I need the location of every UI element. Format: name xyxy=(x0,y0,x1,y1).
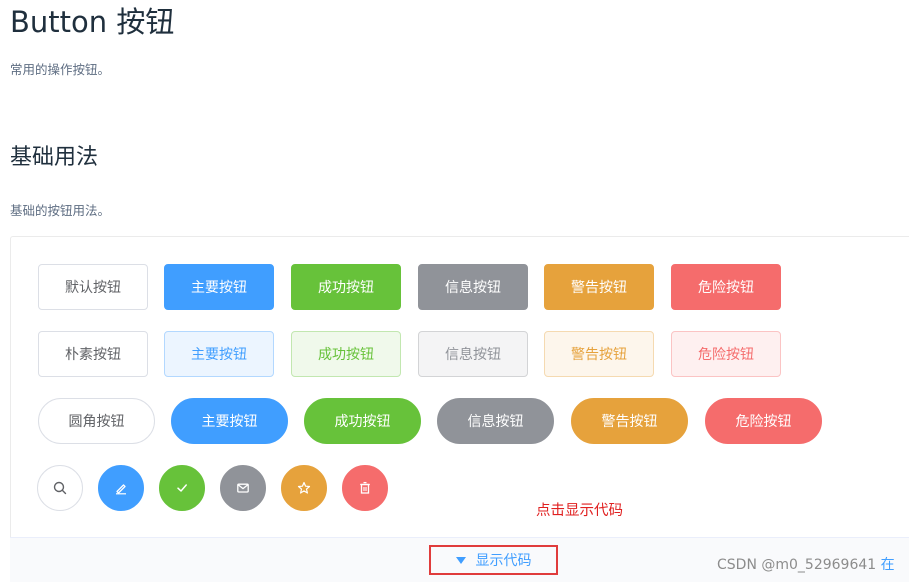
round-warning-button[interactable]: 警告按钮 xyxy=(571,398,688,444)
round-success-button[interactable]: 成功按钮 xyxy=(304,398,421,444)
section-heading: 基础用法 xyxy=(10,145,99,170)
warning-button[interactable]: 警告按钮 xyxy=(544,264,654,310)
watermark-trailing: 在 xyxy=(880,557,895,573)
show-code-label: 显示代码 xyxy=(475,553,532,569)
circle-search-button[interactable] xyxy=(37,465,83,511)
watermark: CSDN @m0_52969641 在 xyxy=(717,554,895,574)
search-icon xyxy=(53,481,67,495)
plain-default-button[interactable]: 朴素按钮 xyxy=(38,331,148,377)
success-button[interactable]: 成功按钮 xyxy=(291,264,401,310)
plain-primary-button[interactable]: 主要按钮 xyxy=(164,331,274,377)
annotation-label: 点击显示代码 xyxy=(536,503,623,519)
circle-message-button[interactable] xyxy=(220,465,266,511)
plain-danger-button[interactable]: 危险按钮 xyxy=(671,331,781,377)
circle-edit-button[interactable] xyxy=(98,465,144,511)
round-danger-button[interactable]: 危险按钮 xyxy=(705,398,822,444)
plain-warning-button[interactable]: 警告按钮 xyxy=(544,331,654,377)
show-code-toggle[interactable]: 显示代码 xyxy=(429,545,558,575)
delete-icon xyxy=(358,481,372,495)
round-default-button[interactable]: 圆角按钮 xyxy=(38,398,155,444)
section-description: 基础的按钮用法。 xyxy=(10,203,111,218)
danger-button[interactable]: 危险按钮 xyxy=(671,264,781,310)
edit-icon xyxy=(114,481,128,495)
message-icon xyxy=(236,481,250,495)
star-icon xyxy=(297,481,311,495)
check-icon xyxy=(175,481,189,495)
watermark-text: CSDN @m0_52969641 xyxy=(717,557,877,573)
default-button[interactable]: 默认按钮 xyxy=(38,264,148,310)
caret-down-icon xyxy=(455,556,466,564)
round-info-button[interactable]: 信息按钮 xyxy=(437,398,554,444)
info-button[interactable]: 信息按钮 xyxy=(418,264,528,310)
circle-check-button[interactable] xyxy=(159,465,205,511)
plain-success-button[interactable]: 成功按钮 xyxy=(291,331,401,377)
page-title: Button 按钮 xyxy=(10,5,175,39)
plain-info-button[interactable]: 信息按钮 xyxy=(418,331,528,377)
circle-delete-button[interactable] xyxy=(342,465,388,511)
round-primary-button[interactable]: 主要按钮 xyxy=(171,398,288,444)
primary-button[interactable]: 主要按钮 xyxy=(164,264,274,310)
circle-star-button[interactable] xyxy=(281,465,327,511)
page-subtitle: 常用的操作按钮。 xyxy=(10,62,111,77)
